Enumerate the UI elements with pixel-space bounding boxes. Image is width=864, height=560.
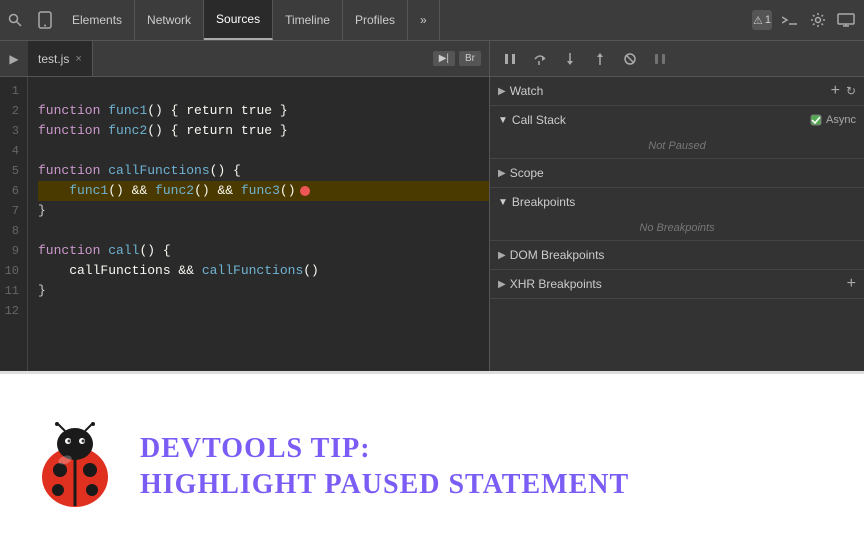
callstack-controls: Async xyxy=(810,114,856,126)
tab-profiles[interactable]: Profiles xyxy=(343,0,408,40)
code-line-12 xyxy=(38,301,489,321)
tab-more[interactable]: » xyxy=(408,0,440,40)
search-icon[interactable] xyxy=(0,0,30,40)
toolbar-right: ⚠1 xyxy=(752,10,864,30)
dom-breakpoints-expand-icon: ▶ xyxy=(498,250,506,261)
line-numbers: 1 2 3 4 5 6 7 8 9 10 11 12 xyxy=(0,77,28,371)
code-line-3: function func2() { return true } xyxy=(38,121,489,141)
watch-add-button[interactable]: + xyxy=(831,82,840,100)
run-button[interactable]: ▶ xyxy=(0,45,28,73)
step-into-button[interactable] xyxy=(558,47,582,71)
code-line-8 xyxy=(38,221,489,241)
dom-breakpoints-header[interactable]: ▶ DOM Breakpoints xyxy=(490,241,864,269)
tab-timeline[interactable]: Timeline xyxy=(273,0,343,40)
right-panel: ▶ Watch + ↻ ▼ Call Stack Async xyxy=(490,41,864,371)
code-line-7: } xyxy=(38,201,489,221)
breakpoints-section: ▼ Breakpoints No Breakpoints xyxy=(490,188,864,241)
xhr-breakpoints-expand-icon: ▶ xyxy=(498,279,506,290)
file-tab-right: ▶| Br xyxy=(433,51,489,66)
async-checkbox[interactable]: Async xyxy=(810,114,856,126)
settings-icon[interactable] xyxy=(808,10,828,30)
pause2-button[interactable] xyxy=(648,47,672,71)
code-line-1 xyxy=(38,81,489,101)
breakpoint-button[interactable]: Br xyxy=(459,51,481,66)
code-line-10: callFunctions && callFunctions() xyxy=(38,261,489,281)
scope-section: ▶ Scope xyxy=(490,159,864,188)
watch-section: ▶ Watch + ↻ xyxy=(490,77,864,106)
deactivate-button[interactable] xyxy=(618,47,642,71)
tip-area: DevTools Tip: Highlight Paused Statement xyxy=(0,371,864,560)
breakpoints-expand-icon: ▼ xyxy=(498,197,508,208)
file-tabs: ▶ test.js × ▶| Br xyxy=(0,41,489,77)
run-file-button[interactable]: ▶| xyxy=(433,51,455,66)
file-tab-testjs[interactable]: test.js × xyxy=(28,41,93,76)
step-over-button[interactable] xyxy=(528,47,552,71)
debug-toolbar xyxy=(490,41,864,77)
scope-expand-icon: ▶ xyxy=(498,168,506,179)
code-line-9: function call() { xyxy=(38,241,489,261)
code-line-6: func1() && func2() && func3() xyxy=(38,181,489,201)
callstack-status: Not Paused xyxy=(490,134,864,158)
breakpoints-header[interactable]: ▼ Breakpoints xyxy=(490,188,864,216)
code-area: 1 2 3 4 5 6 7 8 9 10 11 12 function func… xyxy=(0,77,489,371)
tab-elements[interactable]: Elements xyxy=(60,0,135,40)
xhr-breakpoints-section: ▶ XHR Breakpoints + xyxy=(490,270,864,299)
code-line-11: } xyxy=(38,281,489,301)
close-tab-button[interactable]: × xyxy=(75,53,81,65)
code-line-5: function callFunctions() { xyxy=(38,161,489,181)
callstack-expand-icon: ▼ xyxy=(498,115,508,126)
watch-refresh-button[interactable]: ↻ xyxy=(846,84,856,98)
tip-text: DevTools Tip: Highlight Paused Statement xyxy=(140,433,629,501)
tip-title: DevTools Tip: xyxy=(140,433,629,465)
error-dot xyxy=(300,186,310,196)
dom-breakpoints-section: ▶ DOM Breakpoints xyxy=(490,241,864,270)
scope-header[interactable]: ▶ Scope xyxy=(490,159,864,187)
step-out-button[interactable] xyxy=(588,47,612,71)
watch-header[interactable]: ▶ Watch + ↻ xyxy=(490,77,864,105)
main-area: ▶ test.js × ▶| Br 1 2 3 4 5 6 7 8 9 1 xyxy=(0,41,864,371)
callstack-section: ▼ Call Stack Async Not Paused xyxy=(490,106,864,159)
xhr-add-button[interactable]: + xyxy=(847,275,856,293)
code-content: function func1() { return true } functio… xyxy=(28,77,489,371)
devtools-toolbar: Elements Network Sources Timeline Profil… xyxy=(0,0,864,41)
breakpoints-status: No Breakpoints xyxy=(490,216,864,240)
source-panel: ▶ test.js × ▶| Br 1 2 3 4 5 6 7 8 9 1 xyxy=(0,41,490,371)
xhr-breakpoints-header[interactable]: ▶ XHR Breakpoints + xyxy=(490,270,864,298)
badge-icon[interactable]: ⚠1 xyxy=(752,10,772,30)
console-icon[interactable] xyxy=(780,10,800,30)
tab-sources[interactable]: Sources xyxy=(204,0,273,40)
screen-icon[interactable] xyxy=(836,10,856,30)
tab-network[interactable]: Network xyxy=(135,0,204,40)
watch-controls: + ↻ xyxy=(831,82,856,100)
pause-button[interactable] xyxy=(498,47,522,71)
mobile-icon[interactable] xyxy=(30,0,60,40)
code-line-2: function func1() { return true } xyxy=(38,101,489,121)
tip-subtitle: Highlight Paused Statement xyxy=(140,469,629,501)
code-line-4 xyxy=(38,141,489,161)
watch-expand-icon: ▶ xyxy=(498,86,506,97)
ladybug-image xyxy=(30,422,120,512)
callstack-header[interactable]: ▼ Call Stack Async xyxy=(490,106,864,134)
